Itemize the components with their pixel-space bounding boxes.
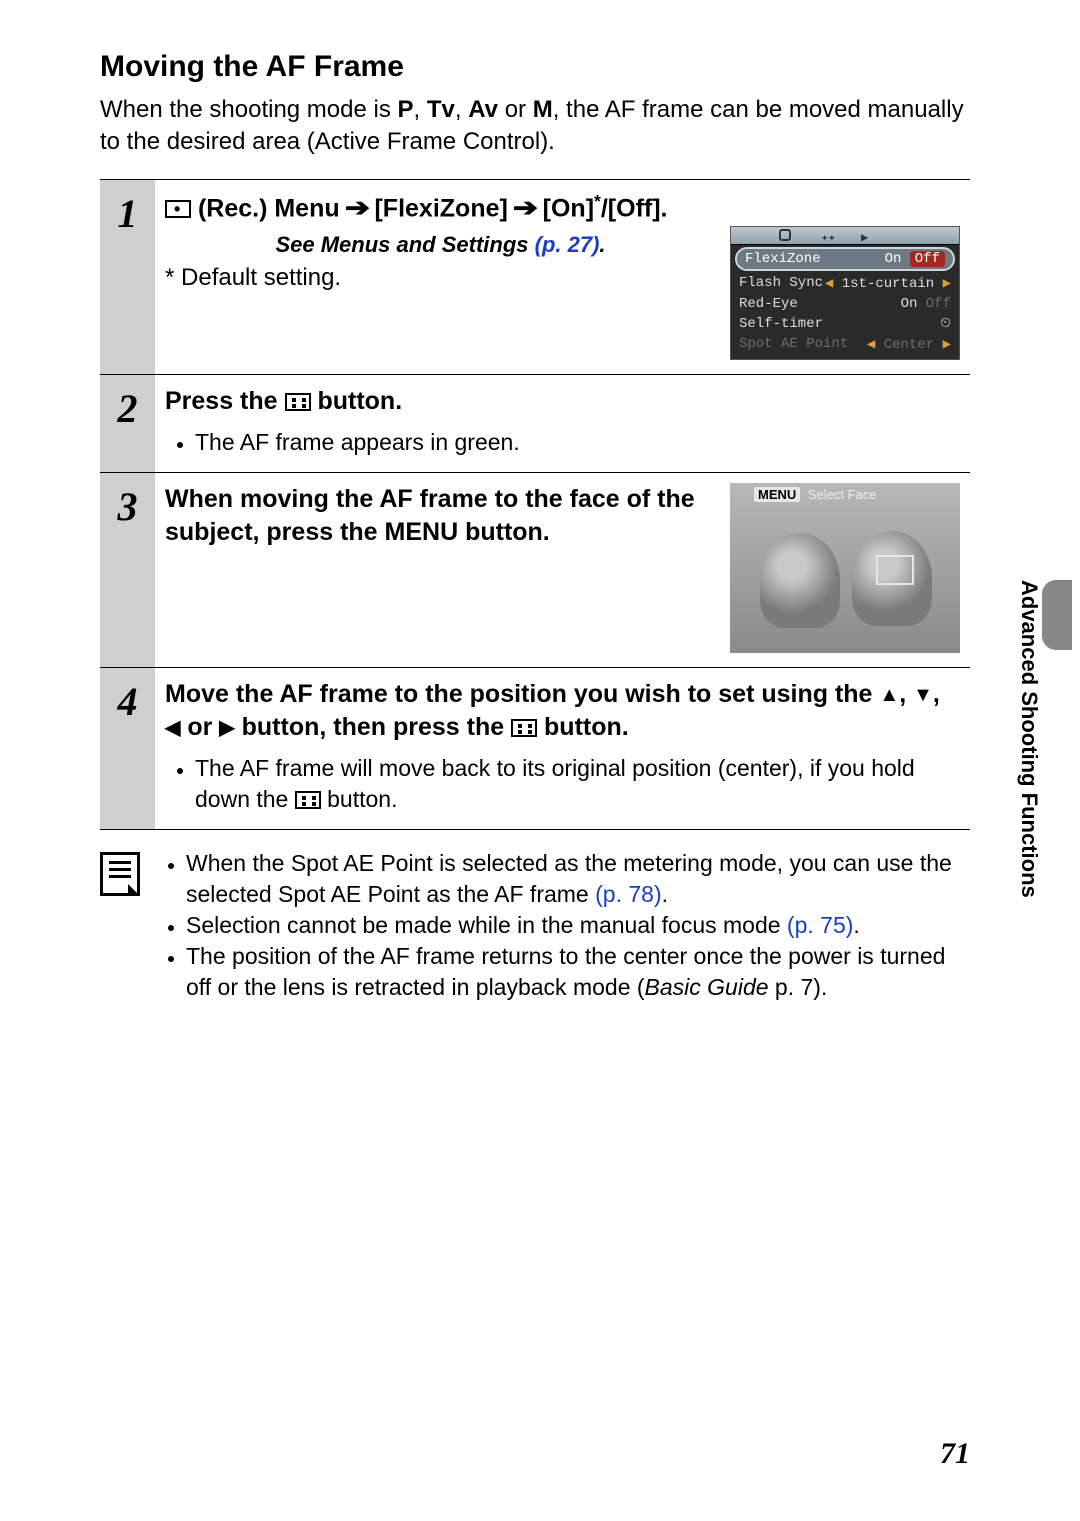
mode-av: Av: [468, 96, 498, 123]
step-number: 4: [100, 667, 155, 830]
list-item: The AF frame appears in green.: [195, 427, 960, 458]
af-frame-icon: [295, 791, 321, 809]
step-number: 2: [100, 374, 155, 472]
af-frame-icon: [511, 719, 537, 737]
af-frame-overlay: [876, 555, 914, 585]
menu-row: Spot AE Point ◀ Center ▶: [731, 334, 959, 355]
right-icon: ▶: [219, 715, 234, 742]
arrow-icon: ➔: [513, 192, 538, 226]
step-number: 3: [100, 472, 155, 667]
menu-row: Flash Sync ◀ 1st-curtain ▶: [731, 273, 959, 294]
arrow-icon: ➔: [344, 192, 369, 226]
steps-table: 1 (Rec.) Menu ➔ [FlexiZone] ➔ [On]*/[Off…: [100, 179, 970, 830]
list-item: The AF frame will move back to its origi…: [195, 753, 960, 815]
menu-row: Red-Eye On Off: [731, 294, 959, 314]
notes-icon: [100, 852, 140, 896]
step-2-bullets: The AF frame appears in green.: [165, 427, 960, 458]
page-ref-link[interactable]: (p. 78): [595, 881, 661, 907]
af-frame-icon: [285, 393, 311, 411]
screenshot-label: MENU Select Face: [754, 487, 877, 502]
step-1-heading: (Rec.) Menu ➔ [FlexiZone] ➔ [On]*/[Off].: [165, 190, 960, 226]
list-item: Selection cannot be made while in the ma…: [186, 910, 970, 941]
intro-part: When the shooting mode is: [100, 96, 398, 123]
menu-row: Self-timer ⏲: [731, 314, 959, 334]
side-tab-label: Advanced Shooting Functions: [1017, 580, 1042, 898]
list-item: When the Spot AE Point is selected as th…: [186, 848, 970, 910]
camera-menu-screenshot: ✦✦▶ FlexiZone On Off Flash Sync ◀ 1st-cu…: [730, 226, 960, 360]
list-item: The position of the AF frame returns to …: [186, 941, 970, 1003]
mode-p: P: [398, 96, 414, 123]
page-number: 71: [940, 1437, 970, 1471]
person-figure: [760, 533, 840, 628]
notes-block: When the Spot AE Point is selected as th…: [100, 848, 970, 1003]
menu-tabs: ✦✦▶: [731, 227, 959, 245]
step-number: 1: [100, 179, 155, 374]
see-menus-note: See Menus and Settings (p. 27).: [165, 232, 716, 258]
down-icon: ▼: [913, 682, 933, 709]
side-tab: Advanced Shooting Functions: [1006, 560, 1080, 918]
page-ref-link[interactable]: (p. 27): [535, 232, 600, 257]
camera-icon: [165, 200, 191, 218]
step-4-heading: Move the AF frame to the position you wi…: [165, 678, 960, 746]
section-title: Moving the AF Frame: [100, 50, 970, 84]
intro-text: When the shooting mode is P, Tv, Av or M…: [100, 94, 970, 159]
up-icon: ▲: [879, 682, 899, 709]
face-select-screenshot: MENU Select Face: [730, 483, 960, 653]
mode-tv: Tv: [427, 96, 455, 123]
step-3-heading: When moving the AF frame to the face of …: [165, 483, 716, 551]
page-ref-link[interactable]: (p. 75): [787, 912, 853, 938]
default-setting-note: * Default setting.: [165, 264, 716, 292]
thumb-tab-icon: [1042, 580, 1072, 650]
notes-list: When the Spot AE Point is selected as th…: [156, 848, 970, 1003]
menu-row-flexizone: FlexiZone On Off: [735, 247, 955, 271]
mode-m: M: [533, 96, 553, 123]
step-4-bullets: The AF frame will move back to its origi…: [165, 753, 960, 815]
step-2-heading: Press the button.: [165, 385, 960, 419]
left-icon: ◀: [165, 715, 180, 742]
